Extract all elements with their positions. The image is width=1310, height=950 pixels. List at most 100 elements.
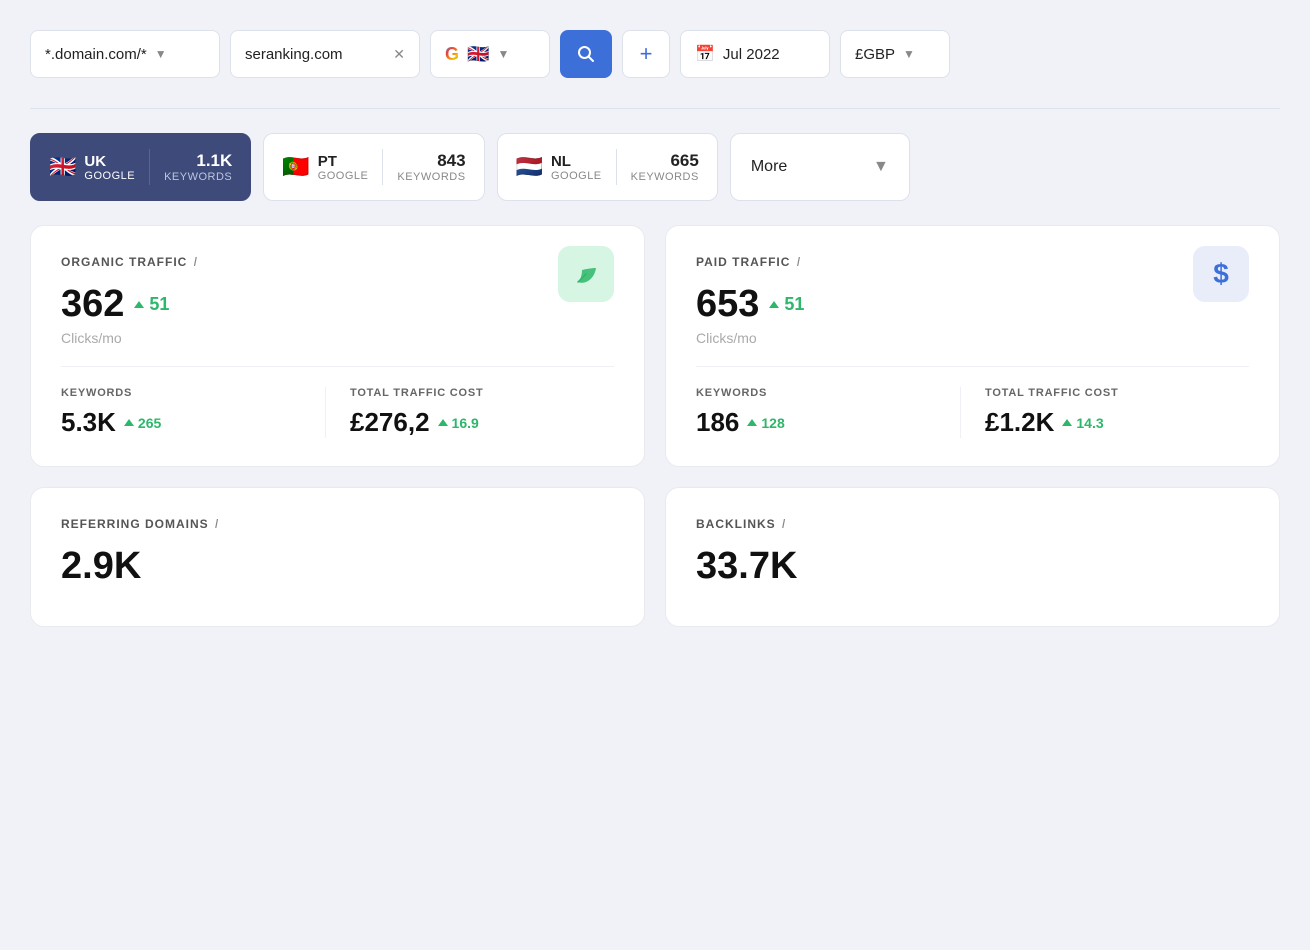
nl-tab-name: NL [551, 153, 602, 170]
organic-info-icon[interactable]: i [193, 254, 198, 269]
backlinks-num: 33.7K [696, 545, 797, 588]
google-icon: G [445, 44, 459, 65]
pt-tab-info: PT GOOGLE [318, 153, 369, 182]
paid-delta-num: 51 [784, 294, 804, 315]
nl-tab-count: 665 KEYWORDS [631, 151, 699, 183]
uk-tab-engine: GOOGLE [84, 170, 135, 182]
paid-content: PAID TRAFFIC i 653 51 Clicks/mo [696, 254, 1193, 366]
engine-chevron-icon: ▼ [497, 47, 509, 61]
organic-sub-label: Clicks/mo [61, 330, 558, 346]
uk-tab-count: 1.1K KEYWORDS [164, 151, 232, 183]
dollar-icon: $ [1213, 258, 1229, 290]
tab-pt[interactable]: 🇵🇹 PT GOOGLE 843 KEYWORDS [263, 133, 484, 201]
organic-value: 362 [61, 283, 124, 326]
site-selector[interactable]: seranking.com ✕ [230, 30, 420, 78]
paid-kw-arrow-icon [747, 419, 757, 426]
paid-kw-value-row: 186 128 [696, 407, 960, 438]
uk-tab-divider [149, 149, 150, 185]
organic-cost-delta: 16.9 [438, 415, 479, 431]
organic-title: ORGANIC TRAFFIC [61, 255, 187, 269]
tab-uk[interactable]: 🇬🇧 UK GOOGLE 1.1K KEYWORDS [30, 133, 251, 201]
engine-selector[interactable]: G 🇬🇧 ▼ [430, 30, 550, 78]
pt-tab-kw-label: KEYWORDS [397, 171, 465, 183]
paid-cost-metric: TOTAL TRAFFIC COST £1.2K 14.3 [960, 387, 1249, 438]
tab-nl[interactable]: 🇳🇱 NL GOOGLE 665 KEYWORDS [497, 133, 718, 201]
paid-cost-delta: 14.3 [1062, 415, 1103, 431]
paid-kw-label: KEYWORDS [696, 387, 960, 399]
pt-tab-num: 843 [437, 151, 465, 171]
search-icon [576, 44, 596, 64]
paid-cost-value: £1.2K [985, 407, 1054, 438]
divider [30, 108, 1280, 109]
main-container: *.domain.com/* ▼ seranking.com ✕ G 🇬🇧 ▼ … [30, 30, 1280, 627]
date-selector[interactable]: 📅 Jul 2022 [680, 30, 830, 78]
toolbar: *.domain.com/* ▼ seranking.com ✕ G 🇬🇧 ▼ … [30, 30, 1280, 78]
organic-kw-value-row: 5.3K 265 [61, 407, 325, 438]
uk-tab-info: UK GOOGLE [84, 153, 135, 182]
add-icon: + [640, 41, 653, 67]
paid-keywords-metric: KEYWORDS 186 128 [696, 387, 960, 438]
nl-tab-engine: GOOGLE [551, 170, 602, 182]
referring-value: 2.9K [61, 545, 614, 588]
date-value: Jul 2022 [723, 46, 780, 63]
organic-kw-arrow-icon [124, 419, 134, 426]
pt-flag-icon: 🇵🇹 [282, 154, 309, 180]
paid-kw-delta-num: 128 [761, 415, 784, 431]
backlinks-value: 33.7K [696, 545, 1249, 588]
uk-tab-kw-label: KEYWORDS [164, 171, 232, 183]
search-button[interactable] [560, 30, 612, 78]
organic-content: ORGANIC TRAFFIC i 362 51 Clicks/mo [61, 254, 558, 366]
organic-card-divider [61, 366, 614, 367]
add-button[interactable]: + [622, 30, 670, 78]
calendar-icon: 📅 [695, 44, 715, 64]
domain-value: *.domain.com/* [45, 46, 147, 63]
referring-num: 2.9K [61, 545, 141, 588]
more-chevron-icon: ▼ [873, 158, 889, 176]
currency-value: £GBP [855, 46, 895, 63]
uk-tab-name: UK [84, 153, 135, 170]
organic-kw-label: KEYWORDS [61, 387, 325, 399]
organic-kw-delta: 265 [124, 415, 161, 431]
domain-selector[interactable]: *.domain.com/* ▼ [30, 30, 220, 78]
bottom-cards: REFERRING DOMAINS i 2.9K BACKLINKS i 33.… [30, 487, 1280, 627]
more-label: More [751, 158, 787, 176]
backlinks-card: BACKLINKS i 33.7K [665, 487, 1280, 627]
backlinks-title: BACKLINKS [696, 517, 776, 531]
referring-info-icon[interactable]: i [215, 516, 220, 531]
paid-main-value: 653 51 [696, 283, 1193, 326]
paid-card-divider [696, 366, 1249, 367]
paid-kw-value: 186 [696, 407, 739, 438]
organic-cost-value: £276,2 [350, 407, 430, 438]
nl-tab-info: NL GOOGLE [551, 153, 602, 182]
paid-kw-delta: 128 [747, 415, 784, 431]
organic-cost-delta-num: 16.9 [452, 415, 479, 431]
paid-icon-bubble: $ [1193, 246, 1249, 302]
paid-info-icon[interactable]: i [796, 254, 801, 269]
paid-arrow-up-icon [769, 301, 779, 308]
more-dropdown[interactable]: More ▼ [730, 133, 910, 201]
organic-cost-label: TOTAL TRAFFIC COST [350, 387, 614, 399]
paid-value: 653 [696, 283, 759, 326]
backlinks-info-icon[interactable]: i [782, 516, 787, 531]
paid-sub-label: Clicks/mo [696, 330, 1193, 346]
nl-tab-divider [616, 149, 617, 185]
referring-title: REFERRING DOMAINS [61, 517, 209, 531]
paid-metrics: KEYWORDS 186 128 TOTAL TRAFFIC COST £1.2… [696, 387, 1249, 438]
nl-tab-num: 665 [670, 151, 698, 171]
currency-selector[interactable]: £GBP ▼ [840, 30, 950, 78]
paid-traffic-card: PAID TRAFFIC i 653 51 Clicks/mo $ [665, 225, 1280, 467]
main-cards-grid: ORGANIC TRAFFIC i 362 51 Clicks/mo [30, 225, 1280, 467]
nl-tab-kw-label: KEYWORDS [631, 171, 699, 183]
site-value: seranking.com [245, 46, 343, 63]
country-tabs: 🇬🇧 UK GOOGLE 1.1K KEYWORDS 🇵🇹 PT GOOGLE … [30, 133, 1280, 201]
paid-cost-arrow-icon [1062, 419, 1072, 426]
pt-tab-engine: GOOGLE [318, 170, 369, 182]
referring-domains-card: REFERRING DOMAINS i 2.9K [30, 487, 645, 627]
organic-delta: 51 [134, 294, 169, 315]
organic-arrow-up-icon [134, 301, 144, 308]
site-close-icon[interactable]: ✕ [393, 46, 405, 63]
organic-cost-value-row: £276,2 16.9 [350, 407, 614, 438]
organic-kw-value: 5.3K [61, 407, 116, 438]
organic-metrics: KEYWORDS 5.3K 265 TOTAL TRAFFIC COST £27… [61, 387, 614, 438]
domain-chevron-icon: ▼ [155, 47, 167, 61]
